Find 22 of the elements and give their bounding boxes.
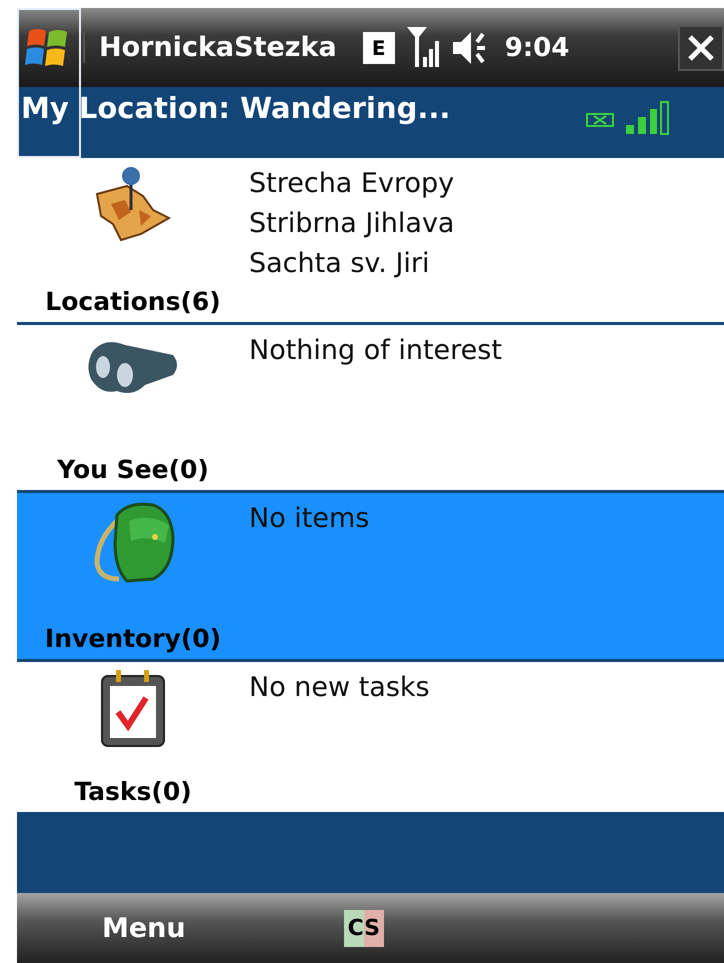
category-row[interactable]: Inventory(0) No items [17, 493, 724, 662]
signal-icon[interactable] [406, 26, 441, 68]
category-label: Inventory(0) [44, 624, 222, 653]
category-entry: Stribrna Jihlava [249, 207, 454, 241]
app-title: HornickaStezka [83, 32, 337, 63]
category-entry: Sachta sv. Jiri [249, 247, 431, 281]
clock[interactable]: 9:04 [504, 32, 570, 62]
network-badge: E [362, 32, 395, 64]
category-label: Locations(6) [45, 287, 221, 316]
category-label: You See(0) [57, 455, 209, 484]
menu-softkey[interactable]: Menu [102, 912, 186, 944]
gps-signal-icon [586, 101, 672, 135]
checklist-icon [100, 668, 166, 748]
category-label: Tasks(0) [74, 777, 192, 806]
category-entry: Strecha Evropy [249, 167, 454, 201]
category-entry: Nothing of interest [249, 334, 502, 368]
location-status: My Location: Wandering... [21, 91, 450, 125]
close-button[interactable] [678, 24, 724, 70]
input-mode-indicator[interactable]: CS [344, 910, 384, 946]
category-entry: No new tasks [249, 671, 430, 705]
close-icon [687, 34, 715, 62]
category-entry: No items [249, 502, 370, 536]
